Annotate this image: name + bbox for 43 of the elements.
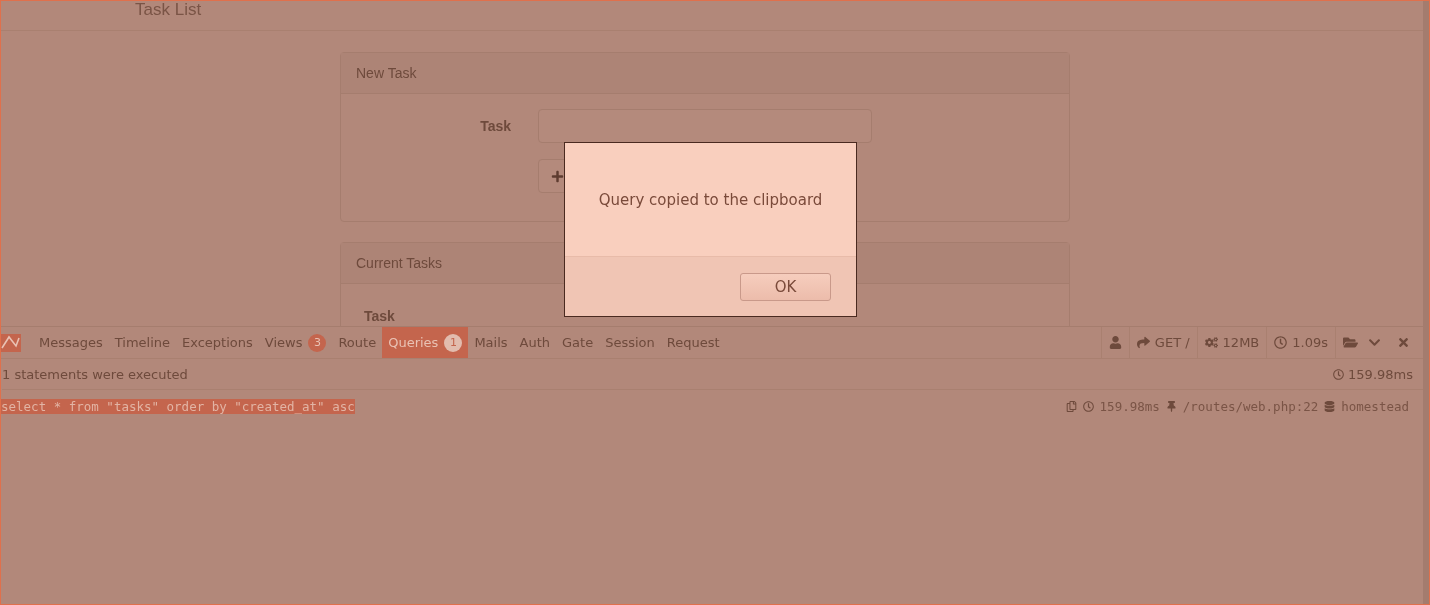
- pin-icon: [1165, 400, 1177, 412]
- request-duration: 1.09s: [1292, 335, 1328, 350]
- count-badge: 1: [444, 333, 463, 352]
- clock-icon: [1333, 368, 1345, 380]
- plus-icon: [551, 169, 564, 183]
- cogs-icon: [1204, 336, 1218, 349]
- debug-tab[interactable]: Views 3: [258, 327, 333, 358]
- debug-tab[interactable]: Request: [660, 327, 726, 358]
- share-icon: [1136, 336, 1150, 349]
- clock-icon: [1082, 400, 1094, 412]
- database-icon: [1324, 400, 1336, 412]
- page-title: Task List: [135, 1, 202, 18]
- memory-usage: 12MB: [1222, 335, 1260, 350]
- count-badge: 3: [308, 333, 327, 352]
- request-method[interactable]: GET /: [1154, 335, 1190, 350]
- column-header: Task: [364, 308, 395, 324]
- copy-icon[interactable]: [1065, 400, 1077, 412]
- query-source: /routes/web.php:22: [1182, 398, 1319, 414]
- query-duration: 159.98ms: [1099, 398, 1160, 414]
- task-input[interactable]: [538, 109, 872, 143]
- scrollbar[interactable]: [1423, 1, 1429, 604]
- field-label: Task: [479, 118, 511, 134]
- debug-tab[interactable]: Queries 1: [382, 327, 469, 358]
- debug-tab[interactable]: Session: [599, 327, 661, 358]
- debug-tab[interactable]: Timeline: [108, 327, 177, 358]
- sql-query: select * from "tasks" order by "created_at" asc: [1, 398, 355, 414]
- statements-summary: 1 statements were executed: [2, 366, 188, 382]
- connection-name: homestead: [1341, 398, 1409, 414]
- debug-tab[interactable]: Auth: [513, 327, 557, 358]
- debug-tab[interactable]: Route: [332, 327, 383, 358]
- clock-icon: [1274, 336, 1288, 349]
- debug-tab[interactable]: Gate: [556, 327, 600, 358]
- ok-button[interactable]: OK: [740, 272, 831, 301]
- folder-icon[interactable]: [1343, 335, 1358, 350]
- chevron-down-icon[interactable]: [1368, 336, 1381, 349]
- debug-tab[interactable]: Exceptions: [176, 327, 259, 358]
- debug-tab[interactable]: Mails: [468, 327, 514, 358]
- logo-icon: [1, 331, 21, 354]
- total-duration: 159.98ms: [1348, 366, 1413, 382]
- debug-tab[interactable]: Messages: [33, 327, 109, 358]
- panel-heading: New Task: [341, 53, 1069, 94]
- close-icon[interactable]: [1397, 336, 1410, 349]
- user-icon[interactable]: [1108, 336, 1122, 349]
